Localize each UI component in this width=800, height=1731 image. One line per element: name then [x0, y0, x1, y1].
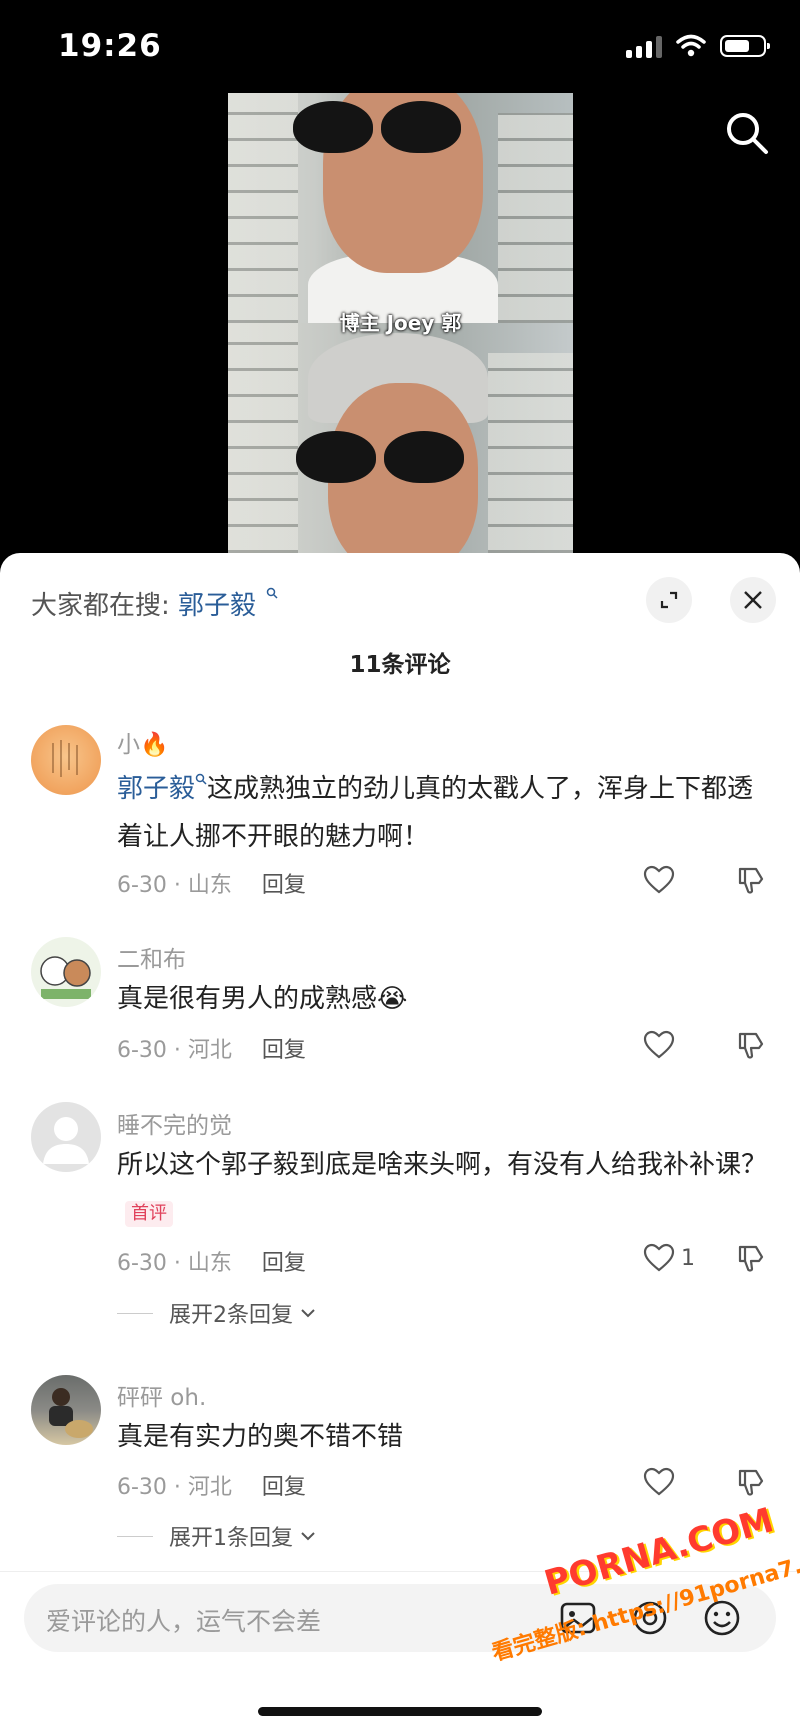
default-avatar-icon — [43, 1117, 89, 1164]
comment-date-location: 6-30 · 河北 — [117, 1038, 232, 1063]
like-button[interactable] — [643, 865, 675, 895]
avatar[interactable] — [31, 1375, 101, 1445]
video-caption: 博主 Joey 郭 — [339, 311, 462, 335]
dislike-button[interactable] — [736, 865, 766, 899]
avatar-art — [49, 1388, 93, 1438]
battery-icon — [720, 35, 770, 57]
trending-search[interactable]: 大家都在搜: 郭子毅 — [31, 585, 278, 622]
status-icons — [626, 34, 770, 58]
home-indicator[interactable] — [258, 1707, 542, 1716]
comment-meta: 6-30 · 山东 回复 — [117, 1245, 306, 1277]
close-button[interactable] — [730, 577, 776, 623]
comment-body: 所以这个郭子毅到底是啥来头啊，有没有人给我补补课？ — [117, 1150, 768, 1180]
reply-button[interactable]: 回复 — [262, 873, 306, 898]
comment-text: 所以这个郭子毅到底是啥来头啊，有没有人给我补补课？ 首评 — [117, 1141, 777, 1237]
search-icon — [727, 113, 768, 154]
comment-username[interactable]: 二和布 — [117, 940, 186, 974]
comment-meta: 6-30 · 河北 回复 — [117, 1469, 306, 1501]
avatar[interactable] — [31, 937, 101, 1007]
like-count: 1 — [681, 1245, 695, 1271]
expand-button[interactable] — [646, 577, 692, 623]
comment-input-placeholder: 爱评论的人，运气不会差 — [46, 1607, 322, 1636]
search-button[interactable] — [722, 108, 772, 158]
reply-button[interactable]: 回复 — [262, 1251, 306, 1276]
cellular-signal-icon — [626, 34, 662, 58]
status-bar: 19:26 — [0, 0, 800, 92]
thumbs-down-icon — [738, 1245, 764, 1272]
dislike-button[interactable] — [736, 1030, 766, 1064]
thumbs-down-icon — [738, 867, 764, 894]
status-time: 19:26 — [58, 28, 162, 64]
avatar-art — [40, 956, 91, 999]
heart-icon — [643, 1243, 675, 1272]
comment-date-location: 6-30 · 山东 — [117, 873, 232, 898]
reply-button[interactable]: 回复 — [262, 1475, 306, 1500]
video-frame-bottom — [228, 323, 573, 553]
close-icon — [744, 591, 762, 609]
comment-username[interactable]: 睡不完的觉 — [117, 1106, 232, 1140]
comment-text: 真是有实力的奥不错不错 — [117, 1422, 404, 1452]
expand-replies-label: 展开1条回复 — [169, 1526, 293, 1551]
comment-body: 这成熟独立的劲儿真的太戳人了，浑身上下都透着让人挪不开眼的魅力啊！ — [117, 774, 754, 852]
like-button[interactable]: 1 — [643, 1243, 695, 1273]
comment-keyword[interactable]: 郭子毅 — [117, 774, 195, 804]
comment-text: 郭子毅 这成熟独立的劲儿真的太戳人了，浑身上下都透着让人挪不开眼的魅力啊！ — [117, 765, 777, 861]
chevron-down-icon — [301, 1309, 315, 1318]
comment-username[interactable]: 小🔥 — [117, 725, 169, 759]
comment-meta: 6-30 · 河北 回复 — [117, 1032, 306, 1064]
comment-meta: 6-30 · 山东 回复 — [117, 867, 306, 899]
like-button[interactable] — [643, 1467, 675, 1497]
expand-replies-button[interactable]: 展开1条回复 — [117, 1520, 317, 1552]
keyword-search-icon — [195, 773, 207, 785]
expand-replies-label: 展开2条回复 — [169, 1303, 293, 1328]
comment-date-location: 6-30 · 河北 — [117, 1475, 232, 1500]
comment-count: 11条评论 — [349, 652, 451, 678]
video-player[interactable]: 博主 Joey 郭 — [228, 93, 573, 553]
trending-prefix: 大家都在搜: — [31, 591, 170, 621]
avatar[interactable] — [31, 1102, 101, 1172]
comment-date-location: 6-30 · 山东 — [117, 1251, 232, 1276]
dislike-button[interactable] — [736, 1243, 766, 1277]
avatar-art — [52, 740, 78, 777]
expand-replies-button[interactable]: 展开2条回复 — [117, 1297, 317, 1329]
wifi-icon — [676, 34, 706, 57]
thumbs-down-icon — [738, 1032, 764, 1059]
avatar[interactable] — [31, 725, 101, 795]
trending-keyword[interactable]: 郭子毅 — [178, 591, 256, 621]
chevron-down-icon — [301, 1532, 315, 1541]
video-frame-top — [228, 93, 573, 323]
comment-text: 真是很有男人的成熟感😭 — [117, 984, 408, 1014]
keyword-search-icon — [267, 587, 278, 599]
expand-icon — [660, 591, 678, 609]
reply-button[interactable]: 回复 — [262, 1038, 306, 1063]
heart-icon — [643, 865, 675, 894]
heart-icon — [643, 1030, 675, 1059]
first-comment-badge: 首评 — [125, 1200, 173, 1227]
heart-icon — [643, 1467, 675, 1496]
comment-username[interactable]: 砰砰 oh. — [117, 1378, 206, 1412]
like-button[interactable] — [643, 1030, 675, 1060]
